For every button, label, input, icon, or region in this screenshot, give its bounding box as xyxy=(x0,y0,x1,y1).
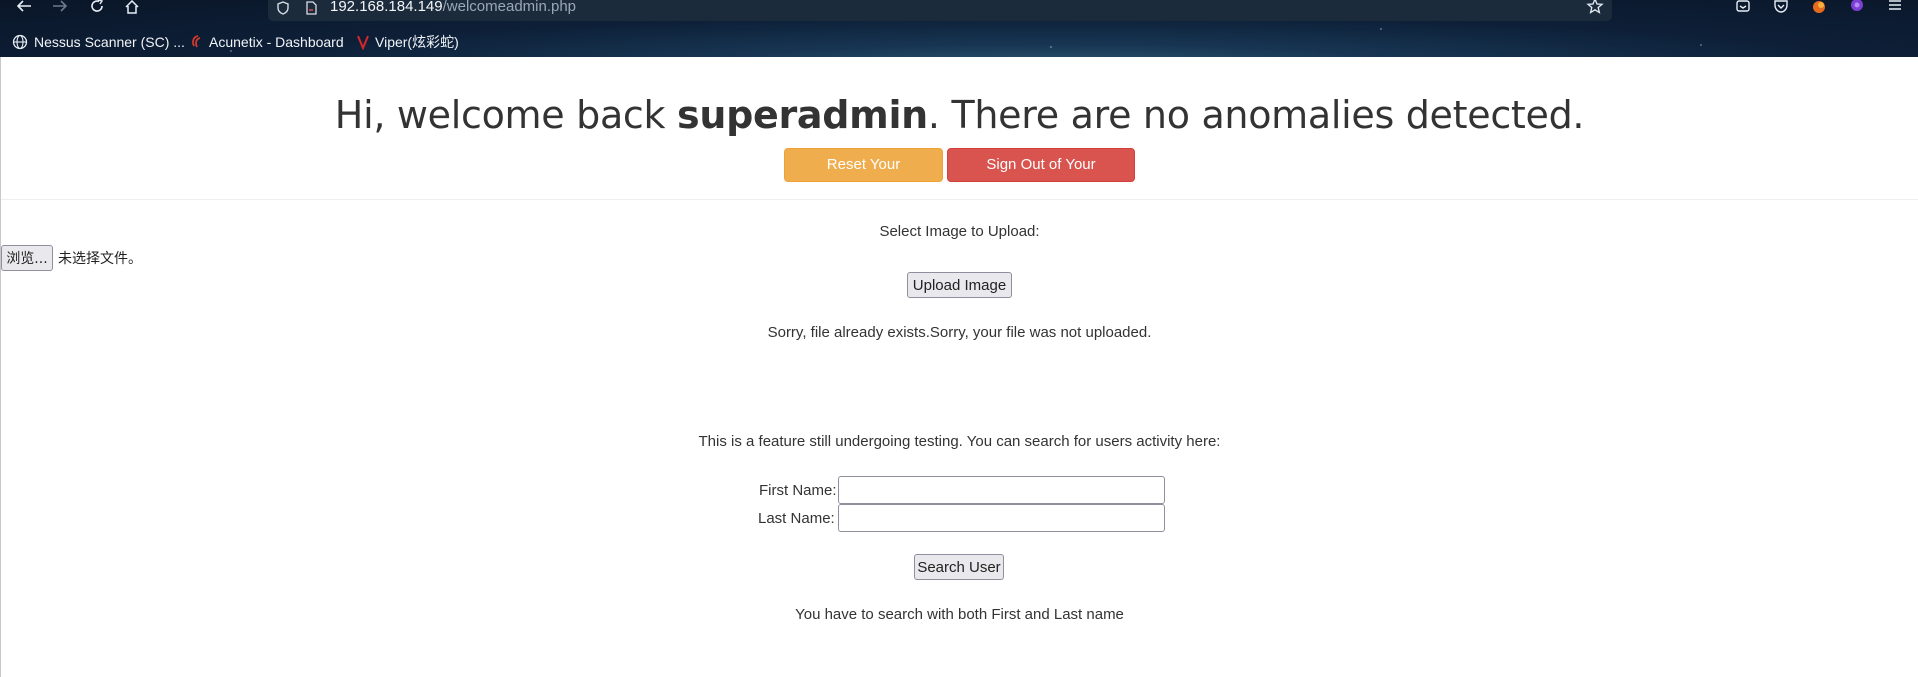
extension-button[interactable] xyxy=(1810,0,1832,16)
viper-logo-icon xyxy=(357,35,369,50)
upload-result-message: Sorry, file already exists.Sorry, your f… xyxy=(767,324,1152,341)
page-content: Hi, welcome back superadmin. There are n… xyxy=(0,57,1918,677)
url-path: /welcomeadmin.php xyxy=(442,0,577,15)
search-intro: This is a feature still undergoing testi… xyxy=(698,433,1221,450)
downloads-button[interactable] xyxy=(1734,0,1756,16)
first-name-label: First Name: xyxy=(759,481,837,499)
greeting-prefix: Hi, welcome back xyxy=(334,93,666,137)
bookmark-nessus[interactable]: Nessus Scanner (SC) ... xyxy=(12,32,185,52)
shield-icon[interactable] xyxy=(276,1,290,15)
home-button[interactable] xyxy=(120,0,144,16)
purple-extension-icon xyxy=(1851,0,1863,11)
url-host: 192.168.184.149 xyxy=(330,0,443,15)
bookmark-viper[interactable]: Viper(炫彩蛇) xyxy=(357,32,459,52)
fox-extension-icon xyxy=(1813,1,1825,13)
last-name-input[interactable] xyxy=(837,504,1165,532)
pocket-icon xyxy=(1774,0,1788,13)
file-status: 未选择文件。 xyxy=(58,251,142,267)
bookmark-acunetix[interactable]: Acunetix - Dashboard xyxy=(189,32,344,52)
bookmark-star-icon[interactable] xyxy=(1586,0,1604,15)
menu-button[interactable] xyxy=(1886,0,1908,16)
last-name-label: Last Name: xyxy=(758,509,835,527)
first-name-row: First Name: xyxy=(759,476,1165,504)
search-user-button[interactable]: Search User xyxy=(914,554,1004,580)
page-info-icon[interactable] xyxy=(304,1,318,15)
bookmark-label: Acunetix - Dashboard xyxy=(209,34,344,50)
divider xyxy=(1,199,1918,200)
browse-button[interactable]: 浏览... xyxy=(1,245,53,271)
globe-icon xyxy=(12,34,28,50)
downloads-icon xyxy=(1736,0,1750,12)
navigation-toolbar: 192.168.184.149/welcomeadmin.php xyxy=(0,0,1918,22)
browser-chrome: 192.168.184.149/welcomeadmin.php Nessus … xyxy=(0,0,1918,57)
last-name-row: Last Name: xyxy=(758,504,1165,532)
reload-button[interactable] xyxy=(85,0,109,16)
search-hint: You have to search with both First and L… xyxy=(795,606,1124,623)
forward-button[interactable] xyxy=(48,0,72,16)
username: superadmin xyxy=(677,93,928,137)
address-bar[interactable]: 192.168.184.149/welcomeadmin.php xyxy=(268,0,1612,21)
account-actions: Reset Your Password Sign Out of Your Acc… xyxy=(1,148,1918,205)
home-icon xyxy=(125,0,139,14)
arrow-left-icon xyxy=(16,0,31,12)
reset-password-button[interactable]: Reset Your Password xyxy=(784,148,943,205)
upload-image-button[interactable]: Upload Image xyxy=(907,272,1012,298)
welcome-heading: Hi, welcome back superadmin. There are n… xyxy=(1,93,1918,137)
bookmark-label: Viper(炫彩蛇) xyxy=(375,34,459,50)
acunetix-logo-icon xyxy=(192,35,201,48)
hamburger-menu-icon xyxy=(1889,0,1901,10)
upload-prompt: Select Image to Upload: xyxy=(879,223,1040,240)
bookmarks-toolbar: Nessus Scanner (SC) ... Acunetix - Dashb… xyxy=(0,30,1918,54)
greeting-suffix: . There are no anomalies detected. xyxy=(927,93,1585,137)
arrow-right-icon xyxy=(53,0,68,12)
bookmark-label: Nessus Scanner (SC) ... xyxy=(34,34,185,50)
file-input[interactable]: 浏览... 未选择文件。 xyxy=(1,245,142,271)
pocket-button[interactable] xyxy=(1772,0,1794,16)
sign-out-button[interactable]: Sign Out of Your Account xyxy=(947,148,1135,205)
url-text[interactable]: 192.168.184.149/welcomeadmin.php xyxy=(330,0,576,15)
back-button[interactable] xyxy=(12,0,36,16)
reload-icon xyxy=(91,0,104,12)
first-name-input[interactable] xyxy=(837,476,1165,504)
extension-button[interactable] xyxy=(1848,0,1870,16)
